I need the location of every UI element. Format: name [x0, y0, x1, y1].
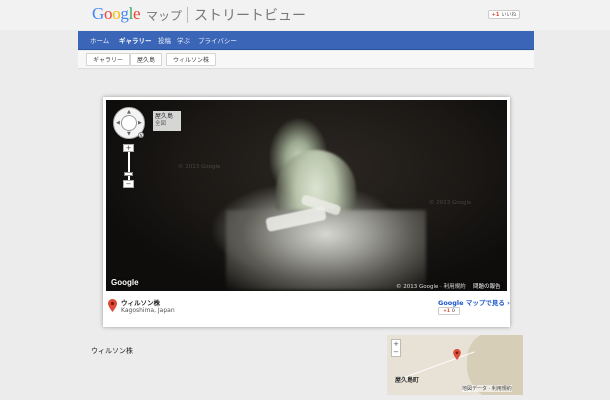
watermark: © 2013 Google: [178, 164, 221, 170]
breadcrumb-item-yakushima[interactable]: 屋久島: [130, 53, 163, 66]
street-view-card: © 2013 Google © 2013 Google ▲ ▼ ◀ ▶ N + …: [103, 97, 510, 327]
nav-item-submit[interactable]: 投稿: [158, 35, 171, 45]
place-region: Kagoshima, Japan: [121, 307, 175, 314]
location-chip-title: 屋久島: [155, 113, 174, 120]
nav-item-home[interactable]: ホーム: [90, 35, 109, 45]
logo-letter-o1: o: [103, 4, 113, 23]
logo-letter-g1: G: [92, 4, 104, 23]
zoom-slider-handle[interactable]: [124, 172, 133, 176]
google-logo[interactable]: Google: [92, 4, 141, 24]
pan-down-icon[interactable]: ▼: [127, 132, 131, 137]
compass-icon[interactable]: N: [138, 132, 144, 138]
copyright-text[interactable]: © 2013 Google · 利用規約: [396, 282, 466, 290]
plus-one-count: 0: [452, 308, 455, 314]
place-name: ウィルソン株: [121, 299, 160, 307]
maps-label[interactable]: マップ: [146, 7, 182, 24]
location-chip[interactable]: 屋久島 全図: [153, 111, 181, 131]
page-title: ストリートビュー: [194, 8, 306, 24]
top-header: Google マップ ストリートビュー +1 いいね: [0, 0, 610, 30]
pan-left-icon[interactable]: ◀: [116, 121, 120, 126]
pan-center[interactable]: [121, 115, 137, 131]
google-logo-small[interactable]: Google: [111, 278, 139, 287]
plus-one-small-button[interactable]: +1 0: [438, 307, 460, 315]
nav-item-privacy[interactable]: プライバシー: [198, 35, 237, 45]
breadcrumb-item-wilson: ウィルソン株: [166, 53, 217, 66]
report-problem-link[interactable]: 問題の報告: [471, 282, 503, 290]
nav-item-learn[interactable]: 学ぶ: [177, 35, 190, 45]
mini-map-zoom-in[interactable]: +: [392, 340, 400, 348]
watermark: © 2013 Google: [429, 200, 472, 206]
logo-letter-e: e: [133, 4, 141, 23]
breadcrumb-item-gallery[interactable]: ギャラリー: [86, 53, 131, 66]
nav-item-gallery[interactable]: ギャラリー: [119, 35, 152, 45]
location-chip-subtitle: 全図: [155, 121, 167, 128]
plus-one-icon: +1: [443, 308, 451, 314]
mini-map-zoom[interactable]: + −: [391, 339, 401, 357]
panorama-view[interactable]: © 2013 Google © 2013 Google ▲ ▼ ◀ ▶ N + …: [106, 100, 507, 291]
pan-control[interactable]: ▲ ▼ ◀ ▶ N: [113, 107, 145, 139]
plus-one-button[interactable]: +1 いいね: [488, 10, 520, 19]
plus-one-icon: +1: [491, 11, 500, 18]
map-attribution[interactable]: 地図データ · 利用規約: [462, 385, 512, 392]
logo-letter-g2: g: [120, 4, 129, 23]
mini-map[interactable]: + − 屋久島町 地図データ · 利用規約: [387, 335, 523, 395]
map-town-label: 屋久島町: [395, 377, 420, 384]
breadcrumb: ギャラリー 屋久島 ウィルソン株: [78, 51, 534, 69]
zoom-in-button[interactable]: +: [123, 144, 134, 152]
plus-one-label: いいね: [501, 12, 517, 18]
header-divider: [187, 7, 188, 23]
view-in-maps-link[interactable]: Google マップで見る ›: [438, 297, 510, 307]
mini-map-zoom-out[interactable]: −: [392, 348, 400, 356]
map-marker-icon[interactable]: [453, 349, 461, 360]
zoom-out-button[interactable]: −: [123, 180, 134, 188]
pan-right-icon[interactable]: ▶: [138, 121, 142, 126]
location-pin-icon: [108, 299, 117, 312]
cave-floor: [226, 210, 426, 290]
main-nav: ホーム ギャラリー 投稿 学ぶ プライバシー: [78, 31, 534, 50]
section-title: ウィルソン株: [91, 347, 133, 355]
